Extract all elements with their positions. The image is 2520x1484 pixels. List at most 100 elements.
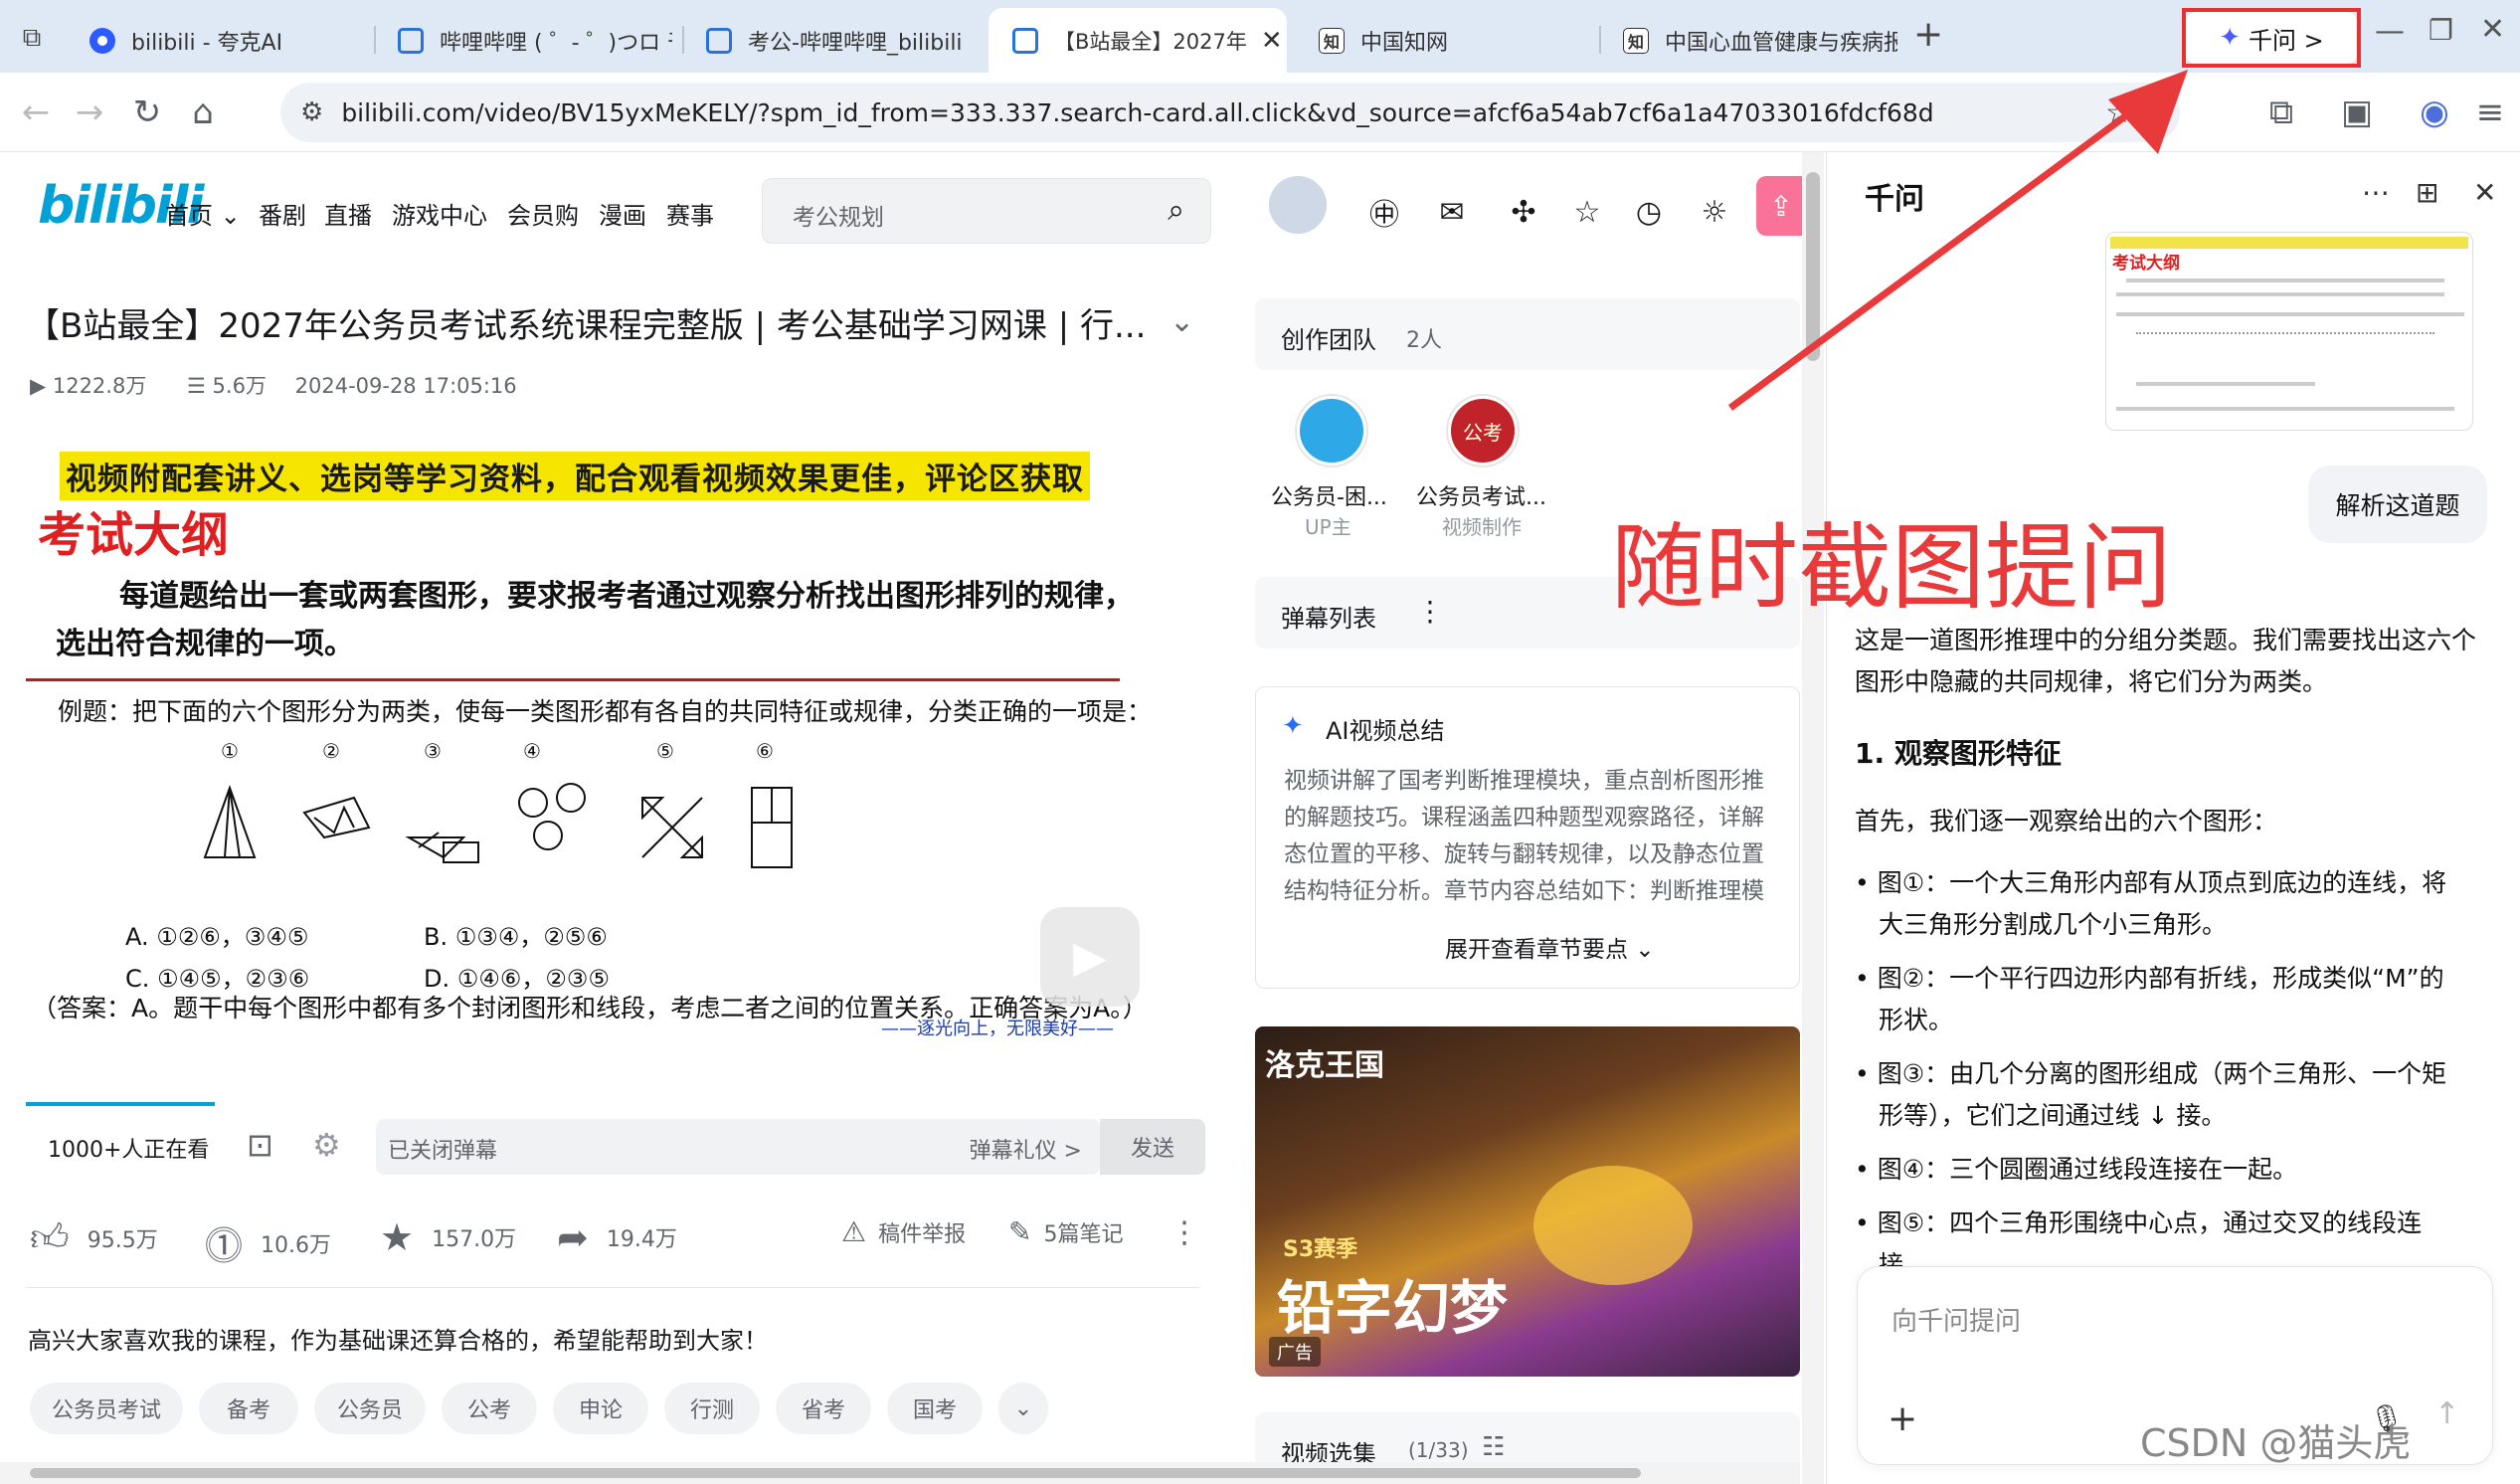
list-view-icon[interactable]: ☷	[1482, 1432, 1505, 1462]
nav-vip-shop[interactable]: 会员购	[507, 196, 579, 231]
tab-cnki[interactable]: 知 中国知网	[1295, 8, 1593, 73]
figure-number: ⑤	[656, 739, 674, 763]
video-player[interactable]: 视频附配套讲义、选岗等学习资料，配合观看视频效果更佳，评论区获取 考试大纲 每道…	[26, 440, 1197, 1104]
danmaku-settings-icon[interactable]: ⚙	[312, 1126, 341, 1164]
profile-avatar-icon[interactable]: ◉	[2411, 89, 2458, 136]
back-icon[interactable]: ←	[12, 89, 60, 136]
nav-live[interactable]: 直播	[324, 196, 372, 231]
tag[interactable]: 申论	[553, 1383, 648, 1434]
avatar[interactable]	[1297, 396, 1366, 465]
notes-button[interactable]: ✎ 5篇笔记	[1008, 1215, 1123, 1248]
nav-bangumi[interactable]: 番剧	[259, 196, 306, 231]
avatar[interactable]	[1267, 174, 1329, 236]
new-chat-icon[interactable]: ⊞	[2416, 176, 2438, 209]
tab-overview-icon[interactable]: ⧉	[12, 18, 52, 58]
avatar[interactable]: 公考	[1448, 396, 1518, 465]
extensions-icon[interactable]: ⧉	[2257, 89, 2305, 136]
divider	[26, 1287, 1199, 1288]
list-item-text: 形等），它们之间通过线 ↓ 接。	[1879, 1101, 2227, 1130]
close-icon[interactable]: ✕	[1247, 26, 1283, 56]
advertisement[interactable]: 洛克王国 S3赛季 铅字幻梦 广告	[1255, 1026, 1800, 1377]
scrollbar-thumb[interactable]	[30, 1468, 1641, 1478]
more-icon[interactable]: ⋮	[1416, 595, 1444, 628]
answer-intro: 这是一道图形推理中的分组分类题。我们需要找出这六个 图形中隐藏的共同规律，将它们…	[1855, 620, 2476, 703]
menu-icon[interactable]: ≡	[2466, 89, 2514, 136]
danmaku-placeholder: 已关闭弹幕	[388, 1139, 498, 1164]
close-window-icon[interactable]: ✕	[2480, 12, 2505, 47]
close-icon[interactable]: ✕	[2473, 176, 2496, 209]
new-tab-icon[interactable]: +	[1913, 14, 1943, 55]
like-button[interactable]: 👍︎ 95.5万	[30, 1215, 158, 1261]
tab-bilibili-home[interactable]: 哔哩哔哩 ( ゜- ゜)つロ 干	[374, 8, 672, 73]
search-icon[interactable]: ⌕	[1168, 193, 1184, 228]
screenshot-icon[interactable]: ▣	[2333, 89, 2381, 136]
tag[interactable]: 省考	[776, 1383, 871, 1434]
danmaku-toggle-icon[interactable]: ⊡	[247, 1126, 273, 1164]
dynamic-icon[interactable]: ✣	[1504, 192, 1543, 232]
share-button[interactable]: ➦ 19.4万	[557, 1215, 677, 1259]
tag[interactable]: 行测	[664, 1383, 760, 1434]
restore-icon[interactable]: ❐	[2429, 14, 2453, 47]
figure-shapes: ① ② ③ ④ ⑤ ⑥	[203, 739, 793, 868]
play-icon[interactable]: ▶	[1040, 907, 1140, 1007]
tag[interactable]: 备考	[199, 1383, 298, 1434]
list-item-text: 图⑤：四个三角形围绕中心点，通过交叉的线段连	[1877, 1208, 2423, 1237]
horizontal-scrollbar[interactable]	[0, 1462, 1800, 1484]
tab-current-video[interactable]: 【B站最全】2027年 ✕	[989, 8, 1287, 73]
tab-bilibili-quark[interactable]: bilibili - 夸克AI	[66, 8, 364, 73]
tag[interactable]: 公考	[442, 1383, 537, 1434]
member-role: 视频制作	[1442, 515, 1522, 539]
bilibili-tv-icon	[398, 27, 424, 54]
nav-esports[interactable]: 赛事	[666, 196, 714, 231]
member-name[interactable]: 公务员考试...	[1416, 479, 1546, 511]
video-meta: ▶ 1222.8万 ☰ 5.6万 2024-09-28 17:05:16	[30, 370, 517, 400]
report-button[interactable]: ⚠ 稿件举报	[841, 1215, 966, 1248]
danmaku-etiquette-link[interactable]: 弹幕礼仪 >	[970, 1133, 1082, 1165]
member-name[interactable]: 公务员-困...	[1271, 479, 1387, 511]
user-question-bubble: 解析这道题	[2308, 465, 2487, 543]
tag[interactable]: 公务员考试	[30, 1383, 183, 1434]
reload-icon[interactable]: ↻	[123, 89, 171, 136]
figure-number: ①	[221, 739, 239, 763]
arrow-head	[2108, 70, 2188, 154]
favorite-button[interactable]: ★ 157.0万	[380, 1215, 516, 1259]
send-arrow-icon[interactable]: ↑	[2434, 1396, 2459, 1431]
site-settings-icon[interactable]: ⚙	[300, 97, 323, 127]
tab-label: 哔哩哔哩 ( ゜- ゜)つロ 干	[440, 30, 672, 56]
team-count: 2人	[1406, 328, 1442, 353]
minimize-icon[interactable]: —	[2375, 14, 2405, 49]
forward-icon[interactable]: →	[66, 89, 113, 136]
tab-kaogong-search[interactable]: 考公-哔哩哔哩_bilibili	[682, 8, 981, 73]
option-b: B. ①③④，②⑤⑥	[424, 923, 608, 951]
warning-icon: ⚠	[841, 1215, 867, 1248]
notes-icon: ✎	[1008, 1215, 1032, 1248]
tag[interactable]: 公务员	[314, 1383, 426, 1434]
search-input[interactable]: 考公规划 ⌕	[762, 178, 1211, 244]
list-item-text: 形状。	[1879, 1006, 1954, 1034]
more-icon[interactable]: ⋯	[2362, 176, 2390, 209]
expand-chapters-button[interactable]: 展开查看章节要点 ⌄	[1445, 930, 1655, 964]
nav-game-center[interactable]: 游戏中心	[392, 196, 487, 231]
list-item: • 图③：由几个分离的图形组成（两个三角形、一个矩	[1855, 1059, 2447, 1088]
danmaku-icon: ☰	[187, 374, 206, 398]
annotation-text: 随时截图提问	[1611, 514, 2173, 623]
home-icon[interactable]: ⌂	[179, 89, 227, 136]
send-button[interactable]: 发送	[1100, 1119, 1205, 1175]
quark-icon	[90, 27, 115, 54]
tag[interactable]: 国考	[887, 1383, 983, 1434]
nav-home[interactable]: 首页 ⌄	[165, 196, 241, 231]
favorite-icon[interactable]: ☆	[1567, 192, 1607, 232]
message-icon[interactable]: ✉	[1432, 192, 1472, 232]
more-icon[interactable]: ⋮	[1170, 1215, 1199, 1250]
chat-input-placeholder: 向千问提问	[1891, 1307, 2022, 1337]
progress-bar[interactable]	[26, 1102, 215, 1106]
danmaku-input[interactable]: 已关闭弹幕 弹幕礼仪 >	[376, 1119, 1100, 1175]
history-icon[interactable]: ◷	[1629, 192, 1669, 232]
nav-manga[interactable]: 漫画	[599, 196, 646, 231]
tab-label: 中国心血管健康与疾病报	[1665, 30, 1897, 56]
vip-icon[interactable]: ㊥	[1364, 192, 1404, 233]
plus-icon[interactable]: +	[1888, 1398, 1917, 1439]
chevron-down-icon[interactable]: ⌄	[1170, 304, 1194, 339]
coin-button[interactable]: ⓵ 10.6万	[205, 1215, 331, 1270]
chevron-down-icon[interactable]: ⌄	[998, 1383, 1048, 1434]
